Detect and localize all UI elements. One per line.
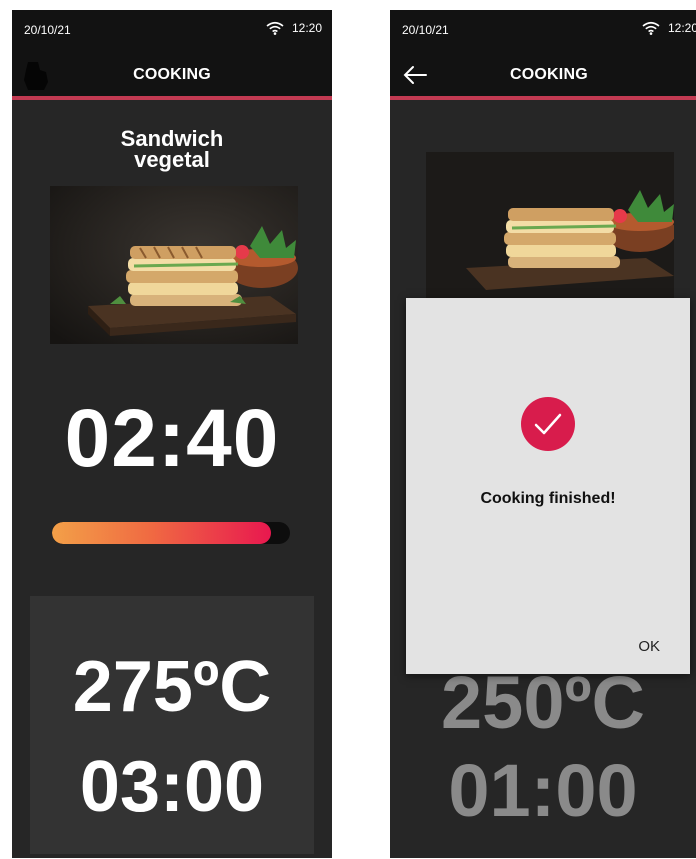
- page-title: COOKING: [133, 66, 211, 83]
- dish-name: Sandwich vegetal: [120, 126, 224, 172]
- status-bar: 20/10/21 12:20: [390, 10, 696, 50]
- dialog-message: Cooking finished!: [480, 490, 616, 507]
- remaining-time: 02:40: [64, 393, 280, 484]
- dish-photo: [50, 186, 298, 344]
- app-bar: COOKING: [390, 50, 696, 100]
- app-bar: COOKING: [12, 50, 332, 100]
- status-indicators: 12:20: [266, 21, 322, 35]
- status-bar: 20/10/21 12:20: [12, 10, 332, 50]
- dish-photo: [426, 152, 674, 298]
- duration-value: 01:00: [448, 749, 638, 832]
- cooking-finished-dialog: Cooking finished! OK: [406, 298, 690, 674]
- status-indicators: 12:20: [642, 21, 696, 35]
- wifi-icon: [266, 21, 284, 35]
- sandwich-image: [426, 152, 674, 298]
- progress-bar-fill: [52, 522, 271, 544]
- status-time: 12:20: [667, 21, 696, 35]
- duration-value: 03:00: [79, 747, 265, 827]
- settings-panel[interactable]: 275ºC 03:00: [30, 596, 314, 854]
- page-title: COOKING: [510, 66, 588, 83]
- back-arrow-icon[interactable]: [402, 65, 428, 85]
- cooking-screen-active: 20/10/21 12:20 COOKING Sandwich vegetal: [12, 10, 332, 858]
- sandwich-image: [50, 186, 298, 344]
- status-date: 20/10/21: [24, 23, 71, 37]
- ok-button[interactable]: OK: [638, 638, 660, 655]
- wifi-icon: [642, 21, 660, 35]
- status-date: 20/10/21: [402, 23, 449, 37]
- temperature-value: 275ºC: [72, 647, 272, 727]
- checkmark-icon: [521, 397, 575, 451]
- cooking-screen-finished: 20/10/21 12:20 COOKING 250ºC 01:00 Cooki…: [390, 10, 696, 858]
- status-time: 12:20: [291, 21, 322, 35]
- progress-bar: [52, 522, 290, 544]
